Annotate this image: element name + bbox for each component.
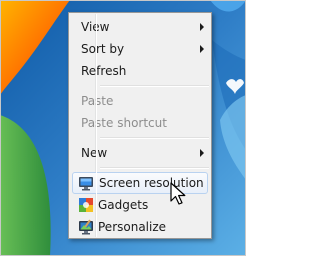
menu-item-label: Refresh bbox=[81, 64, 127, 78]
screen-resolution-icon bbox=[78, 175, 94, 191]
menu-item-label: Personalize bbox=[98, 220, 167, 234]
menu-item-label: Sort by bbox=[81, 42, 125, 56]
menu-item-paste-shortcut[interactable]: Paste shortcut bbox=[72, 112, 208, 134]
menu-item-view[interactable]: View bbox=[72, 16, 208, 38]
submenu-arrow-icon bbox=[200, 23, 204, 31]
menu-item-new[interactable]: New bbox=[72, 142, 208, 164]
submenu-arrow-icon bbox=[200, 149, 204, 157]
personalize-icon bbox=[78, 219, 94, 235]
menu-item-label: View bbox=[81, 20, 110, 34]
menu-item-refresh[interactable]: Refresh bbox=[72, 60, 208, 82]
menu-item-paste[interactable]: Paste bbox=[72, 90, 208, 112]
menu-item-label: New bbox=[81, 146, 108, 160]
menu-item-label: Paste shortcut bbox=[81, 116, 167, 130]
menu-separator bbox=[100, 137, 209, 139]
screenshot-root: View Sort by Refresh Paste Paste shortcu… bbox=[0, 0, 246, 256]
menu-item-label: Paste bbox=[81, 94, 114, 108]
menu-item-label: Gadgets bbox=[98, 198, 149, 212]
submenu-arrow-icon bbox=[200, 45, 204, 53]
desktop-context-menu: View Sort by Refresh Paste Paste shortcu… bbox=[68, 12, 212, 239]
menu-separator bbox=[100, 167, 209, 169]
menu-item-sort-by[interactable]: Sort by bbox=[72, 38, 208, 60]
menu-item-personalize[interactable]: Personalize bbox=[72, 216, 208, 238]
mouse-pointer-icon bbox=[170, 182, 190, 208]
menu-separator bbox=[100, 85, 209, 87]
gadgets-icon bbox=[78, 197, 94, 213]
